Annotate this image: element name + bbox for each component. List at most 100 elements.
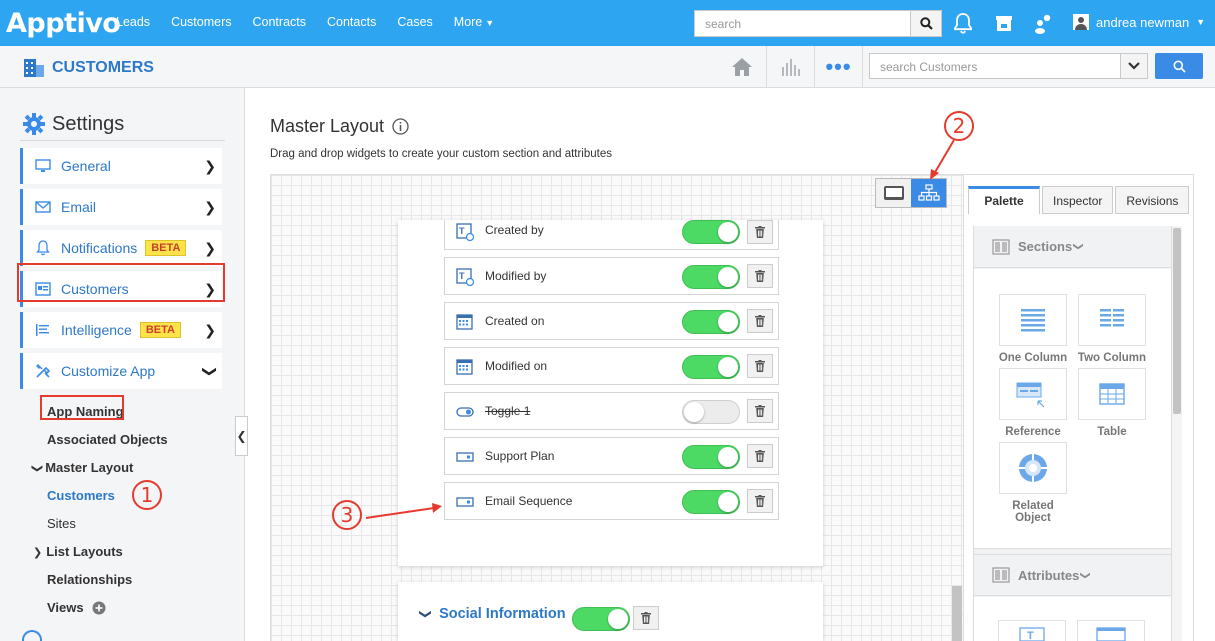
sections-header[interactable]: Sections ❯ (974, 226, 1171, 268)
trash-icon (755, 450, 765, 462)
tab-palette[interactable]: Palette (968, 186, 1040, 214)
field-toggle[interactable] (682, 400, 740, 424)
field-toggle[interactable] (682, 355, 740, 379)
highlight-customers (40, 395, 124, 420)
sidebar-item-label: Customize App (61, 363, 156, 379)
collapse-sidebar-button[interactable]: ❮ (235, 416, 248, 456)
field-row-email-sequence[interactable]: Email Sequence (444, 482, 779, 520)
form-view-button[interactable] (876, 179, 911, 207)
add-circle-icon[interactable] (92, 601, 106, 615)
section-toggle[interactable] (572, 607, 630, 631)
tab-revisions[interactable]: Revisions (1115, 186, 1190, 214)
sub-item-customers[interactable]: Customers (47, 488, 115, 503)
delete-field-button[interactable] (747, 489, 773, 513)
store-icon[interactable] (993, 12, 1015, 34)
sub-item-relationships[interactable]: Relationships (47, 572, 132, 587)
palette-one-column[interactable]: One Column (998, 294, 1068, 364)
field-row-modified-on[interactable]: Modified on (444, 347, 779, 385)
settings-title-label: Settings (52, 112, 125, 135)
field-row-support-plan[interactable]: Support Plan (444, 437, 779, 475)
customer-search-button[interactable] (1155, 53, 1203, 79)
palette-text-attribute[interactable]: T (998, 620, 1066, 641)
more-actions-button[interactable]: ••• (814, 46, 862, 88)
field-toggle[interactable] (682, 220, 740, 244)
delete-field-button[interactable] (747, 354, 773, 378)
app-title-label: CUSTOMERS (52, 59, 154, 76)
chevron-down-icon (1128, 62, 1140, 70)
sidebar-item-notifications[interactable]: Notifications BETA ❯ (20, 230, 222, 266)
bell-icon[interactable] (953, 12, 975, 34)
sub-item-list-layouts[interactable]: ❯ List Layouts (33, 544, 123, 559)
annotation-arrow-3 (365, 503, 442, 519)
delete-section-button[interactable] (633, 606, 659, 630)
palette-reference[interactable]: Reference (998, 368, 1068, 438)
sidebar-item-intelligence[interactable]: Intelligence BETA ❯ (20, 312, 222, 348)
chevron-right-icon: ❯ (204, 158, 216, 174)
palette-two-column[interactable]: Two Column (1077, 294, 1147, 364)
field-toggle[interactable] (682, 445, 740, 469)
section-title: Social Information (439, 606, 566, 622)
chevron-right-icon: ❯ (204, 322, 216, 338)
delete-field-button[interactable] (747, 264, 773, 288)
trash-icon (755, 315, 765, 327)
home-icon (732, 58, 752, 76)
people-icon[interactable] (1032, 12, 1054, 34)
palette-textarea-attribute[interactable] (1077, 620, 1145, 641)
search-button[interactable] (910, 10, 942, 37)
palette-related-object[interactable]: Related Object (998, 442, 1068, 524)
chevron-down-icon: ❯ (31, 463, 44, 474)
search-filter-dropdown[interactable] (1120, 53, 1148, 79)
sub-item-views[interactable]: Views (47, 600, 106, 615)
nav-leads[interactable]: Leads (116, 15, 150, 29)
hierarchy-view-button[interactable] (911, 179, 946, 207)
field-row-created-on[interactable]: Created on (444, 302, 779, 340)
field-label: Email Sequence (485, 494, 573, 508)
reports-button[interactable] (766, 46, 814, 88)
user-menu[interactable]: andrea newman ▼ (1073, 14, 1205, 30)
field-row-toggle-1[interactable]: Toggle 1 (444, 392, 779, 430)
delete-field-button[interactable] (747, 220, 773, 244)
annotation-step-3: 3 (332, 500, 362, 530)
field-label: Toggle 1 (485, 404, 531, 418)
section-social-information[interactable]: ❯ Social Information (419, 606, 566, 622)
two-column-icon (1100, 309, 1124, 327)
nav-contacts[interactable]: Contacts (327, 15, 376, 29)
calendar-icon (456, 314, 473, 330)
delete-field-button[interactable] (747, 444, 773, 468)
sub-item-associated-objects[interactable]: Associated Objects (47, 432, 168, 447)
svg-text:T: T (1027, 630, 1034, 641)
nav-contracts[interactable]: Contracts (253, 15, 307, 29)
field-toggle[interactable] (682, 490, 740, 514)
divider (862, 46, 863, 88)
palette-table[interactable]: Table (1077, 368, 1147, 438)
field-row-modified-by[interactable]: T Modified by (444, 257, 779, 295)
canvas-scrollbar[interactable] (952, 586, 962, 641)
info-icon[interactable] (392, 118, 409, 135)
chevron-down-icon: ❯ (419, 608, 434, 620)
sidebar-item-general[interactable]: General ❯ (20, 148, 222, 184)
sub-item-master-layout[interactable]: ❯ Master Layout (31, 460, 133, 475)
app-logo[interactable]: Apptivo (6, 8, 121, 39)
customer-search-input[interactable]: search Customers (869, 53, 1121, 79)
palette-scrollbar-thumb[interactable] (1173, 228, 1181, 414)
sidebar-item-customize-app[interactable]: Customize App ❯ (20, 353, 222, 389)
trash-icon (755, 226, 765, 238)
global-search-input[interactable]: search (694, 10, 911, 37)
sidebar-item-email[interactable]: Email ❯ (20, 189, 222, 225)
tab-inspector[interactable]: Inspector (1042, 186, 1114, 214)
field-toggle[interactable] (682, 265, 740, 289)
delete-field-button[interactable] (747, 309, 773, 333)
sidebar-item-label: Email (61, 199, 97, 215)
nav-more[interactable]: More ▼ (454, 15, 494, 29)
sub-item-sites[interactable]: Sites (47, 516, 76, 531)
calendar-icon (456, 359, 473, 375)
app-title[interactable]: CUSTOMERS (22, 57, 154, 79)
nav-customers[interactable]: Customers (171, 15, 231, 29)
nav-cases[interactable]: Cases (397, 15, 432, 29)
field-toggle[interactable] (682, 310, 740, 334)
palette-tabs: Palette Inspector Revisions (968, 186, 1191, 214)
home-button[interactable] (718, 46, 766, 88)
field-row-created-by[interactable]: T Created by (444, 220, 779, 250)
attributes-header[interactable]: Attributes ❯ (974, 554, 1171, 596)
delete-field-button[interactable] (747, 399, 773, 423)
